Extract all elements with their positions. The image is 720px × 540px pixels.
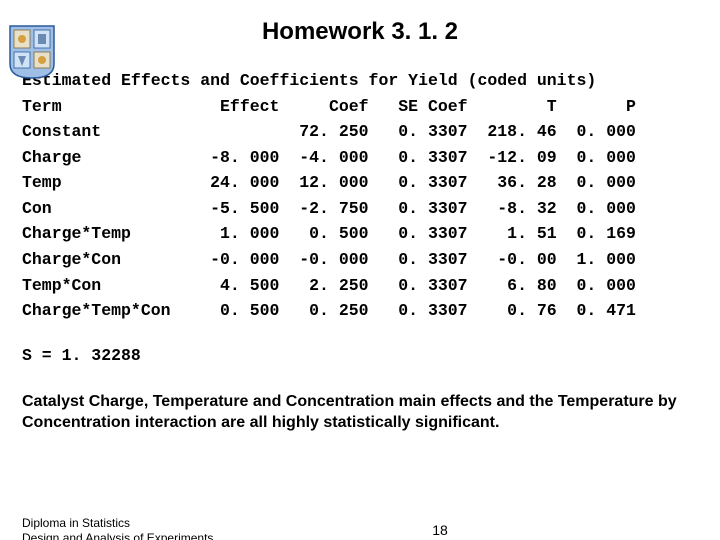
footer-line-1: Diploma in Statistics xyxy=(22,516,698,531)
footer-line-2: Design and Analysis of Experiments xyxy=(22,531,698,540)
footer: Diploma in Statistics Design and Analysi… xyxy=(22,516,698,540)
s-value: S = 1. 32288 xyxy=(22,346,720,365)
crest-icon xyxy=(8,24,56,80)
stats-table: Estimated Effects and Coefficients for Y… xyxy=(22,68,720,324)
page-title: Homework 3. 1. 2 xyxy=(0,18,720,46)
summary-text: Catalyst Charge, Temperature and Concent… xyxy=(22,391,698,434)
